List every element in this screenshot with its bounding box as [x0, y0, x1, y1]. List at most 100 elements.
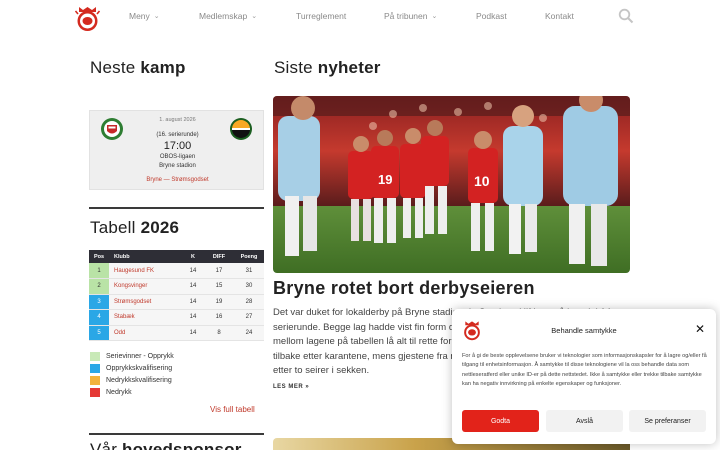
col-club: Klubb: [109, 250, 182, 263]
row-pts: 31: [234, 263, 264, 279]
nav-turreglement-label: Turreglement: [296, 11, 347, 21]
nav-pa-tribunen-label: På tribunen: [384, 11, 428, 21]
svg-text:10: 10: [474, 173, 490, 189]
table-row[interactable]: 2 Kongsvinger 14 15 30: [89, 278, 264, 295]
sponsor-heading-bold: hovedsponsor: [122, 440, 242, 450]
row-club[interactable]: Haugesund FK: [109, 263, 182, 279]
table-header-row: Pos Klubb K DIFF Poeng: [89, 250, 264, 263]
row-diff: 19: [204, 294, 234, 310]
next-match-heading-light: Neste: [90, 58, 136, 77]
next-match-card[interactable]: 1. august 2026 (16. serierunde) 17:00 OB…: [89, 110, 264, 190]
row-diff: 8: [204, 325, 234, 341]
nav-pa-tribunen[interactable]: På tribunen ⌄: [384, 11, 437, 21]
row-club[interactable]: Kongsvinger: [109, 278, 182, 295]
legend-item: Opprykkskvalifisering: [90, 364, 172, 373]
legend-label: Nedrykkskvalifisering: [106, 377, 172, 384]
col-k: K: [182, 250, 204, 263]
table-row[interactable]: 5 Odd 14 8 24: [89, 325, 264, 341]
next-match-heading-bold: kamp: [140, 58, 186, 77]
league-table: Pos Klubb K DIFF Poeng 1 Haugesund FK 14…: [89, 250, 264, 341]
search-icon[interactable]: [618, 8, 634, 24]
row-club[interactable]: Odd: [109, 325, 182, 341]
sponsor-heading: Vår hovedsponsor: [90, 440, 242, 450]
sponsor-heading-light: Vår: [90, 440, 118, 450]
preferences-button[interactable]: Se preferanser: [629, 410, 706, 432]
match-league: OBOS-ligaen: [159, 154, 196, 160]
close-icon[interactable]: ✕: [695, 323, 705, 335]
cookie-consent-dialog: Behandle samtykke ✕ For å gi de beste op…: [452, 309, 716, 444]
row-k: 14: [182, 278, 204, 295]
svg-text:19: 19: [378, 172, 392, 187]
read-more-link[interactable]: LES MER »: [273, 384, 309, 390]
table-row[interactable]: 3 Strømsgodset 14 19 28: [89, 294, 264, 310]
legend-swatch: [90, 376, 100, 385]
match-teams-link[interactable]: Bryne — Strømsgodset: [90, 177, 265, 183]
legend-swatch: [90, 352, 100, 361]
table-heading-bold: 2026: [140, 218, 180, 237]
row-club[interactable]: Strømsgodset: [109, 294, 182, 310]
legend-item: Serievinner - Opprykk: [90, 352, 174, 361]
news-heading-light: Siste: [274, 58, 313, 77]
row-pts: 30: [234, 278, 264, 295]
nav-medlemskap-label: Medlemskap: [199, 11, 248, 21]
chevron-down-icon: ⌄: [153, 13, 160, 20]
football-celebration-image: 19 10: [273, 96, 630, 273]
row-diff: 17: [204, 263, 234, 279]
row-club[interactable]: Stabæk: [109, 309, 182, 326]
full-table-link[interactable]: Vis full tabell: [210, 405, 255, 414]
news-hero-image[interactable]: 19 10: [273, 96, 630, 273]
col-diff: DIFF: [204, 250, 234, 263]
chevron-down-icon: ⌄: [251, 13, 258, 20]
nav-podkast-label: Podkast: [476, 11, 507, 21]
row-diff: 16: [204, 309, 234, 326]
table-row[interactable]: 4 Stabæk 14 16 27: [89, 309, 264, 326]
row-k: 14: [182, 309, 204, 326]
legend-label: Nedrykk: [106, 389, 132, 396]
col-pos: Pos: [89, 250, 109, 263]
nav-kontakt-label: Kontakt: [545, 11, 574, 21]
match-round: (16. serierunde): [156, 132, 199, 138]
legend-swatch: [90, 388, 100, 397]
club-logo[interactable]: [75, 4, 100, 32]
legend-label: Opprykkskvalifisering: [106, 365, 173, 372]
site-header: Meny ⌄ Medlemskap ⌄ Turreglement På trib…: [0, 0, 720, 33]
legend-item: Nedrykkskvalifisering: [90, 376, 172, 385]
row-k: 14: [182, 325, 204, 341]
table-heading-light: Tabell: [90, 218, 136, 237]
deny-button[interactable]: Avslå: [546, 410, 623, 432]
next-match-heading: Neste kamp: [90, 58, 186, 78]
row-pts: 24: [234, 325, 264, 341]
legend-item: Nedrykk: [90, 388, 132, 397]
row-diff: 15: [204, 278, 234, 295]
section-divider: [89, 433, 264, 435]
section-divider: [89, 207, 264, 209]
nav-podkast[interactable]: Podkast: [476, 11, 507, 21]
row-pts: 27: [234, 309, 264, 326]
legend-label: Serievinner - Opprykk: [106, 353, 174, 360]
news-heading: Siste nyheter: [274, 58, 381, 78]
row-pts: 28: [234, 294, 264, 310]
legend-swatch: [90, 364, 100, 373]
news-article-title[interactable]: Bryne rotet bort derbyseieren: [273, 278, 535, 299]
nav-turreglement[interactable]: Turreglement: [296, 11, 346, 21]
row-pos: 2: [89, 278, 109, 295]
news-heading-bold: nyheter: [317, 58, 381, 77]
row-k: 14: [182, 294, 204, 310]
match-venue: Bryne stadion: [159, 163, 196, 169]
match-time: 17:00: [163, 140, 192, 152]
row-pos: 4: [89, 309, 109, 326]
table-heading: Tabell 2026: [90, 218, 179, 238]
row-pos: 3: [89, 294, 109, 310]
chevron-down-icon: ⌄: [431, 13, 438, 20]
consent-text: For å gi de beste opplevelsene bruker vi…: [462, 353, 707, 387]
nav-medlemskap[interactable]: Medlemskap ⌄: [199, 11, 257, 21]
col-pts: Poeng: [234, 250, 264, 263]
nav-meny-label: Meny: [129, 11, 150, 21]
nav-kontakt[interactable]: Kontakt: [545, 11, 574, 21]
table-row[interactable]: 1 Haugesund FK 14 17 31: [89, 263, 264, 279]
consent-title: Behandle samtykke: [551, 326, 617, 335]
nav-meny[interactable]: Meny ⌄: [129, 11, 160, 21]
row-k: 14: [182, 263, 204, 279]
accept-button[interactable]: Godta: [462, 410, 539, 432]
row-pos: 1: [89, 263, 109, 279]
